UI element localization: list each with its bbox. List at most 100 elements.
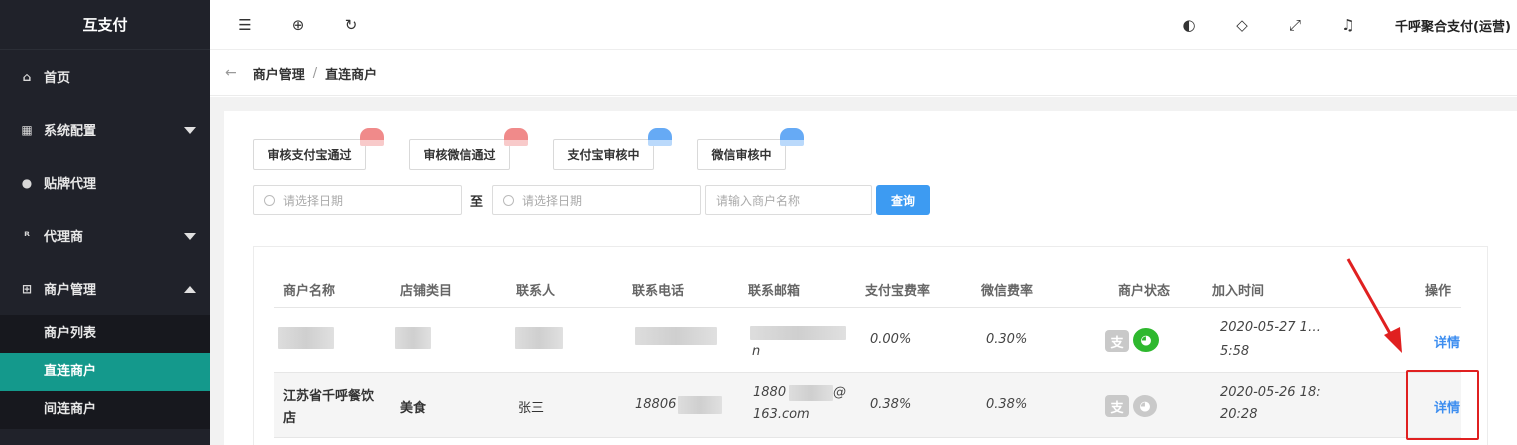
main-content: 审核支付宝通过 审核微信通过 支付宝审核中 微信审核中 请选择日期 至 请选择日… bbox=[210, 97, 1517, 445]
clock-icon bbox=[503, 194, 514, 206]
merchant-name-line2: 店 bbox=[283, 411, 297, 426]
column-header: 联系电话 bbox=[632, 284, 685, 299]
topbar: ☰ ⊕ ↻ ◐ ◇ ⤢ ♫ 千呼聚合支付(运营) bbox=[210, 0, 1517, 50]
sidebar-item-label: 代理商 bbox=[44, 230, 84, 245]
filter-alipay-reviewing-button[interactable]: 支付宝审核中 bbox=[553, 139, 654, 170]
home-icon: ⌂ bbox=[22, 69, 32, 84]
bell-icon[interactable]: ♫ bbox=[1339, 16, 1357, 34]
sidebar: 互支付 ⌂ 首页 ▦ 系统配置 ● 贴牌代理 ᴿ 代理商 ⊞ 商户管理 商户列表… bbox=[0, 0, 210, 445]
column-header: 商户状态 bbox=[1118, 284, 1171, 299]
back-arrow-icon[interactable]: ← bbox=[225, 65, 237, 81]
email-tail: n bbox=[752, 344, 761, 359]
menu-fold-icon[interactable]: ☰ bbox=[236, 16, 254, 34]
sidebar-sub-direct-merchant[interactable]: 直连商户 bbox=[0, 353, 210, 391]
sidebar-item-label: 贴牌代理 bbox=[44, 177, 97, 192]
column-header: 联系人 bbox=[516, 284, 556, 299]
breadcrumb: ← 商户管理 / 直连商户 bbox=[210, 51, 1517, 96]
count-badge bbox=[360, 128, 384, 146]
merchant-icon: ⊞ bbox=[21, 281, 33, 296]
contact-email-domain: 163.com bbox=[753, 407, 810, 422]
table-row: n 0.00% 0.30% 支 ◕ 2020-05-27 1… 5:58 详情 bbox=[274, 308, 1461, 372]
end-date-placeholder: 请选择日期 bbox=[522, 193, 583, 208]
column-header: 商户名称 bbox=[283, 284, 336, 299]
alipay-rate: 0.00% bbox=[870, 332, 912, 347]
annotation-arrow-icon bbox=[1346, 258, 1402, 353]
contact-person: 张三 bbox=[518, 401, 545, 416]
filter-alipay-approved-button[interactable]: 审核支付宝通过 bbox=[253, 139, 366, 170]
merchant-name-placeholder: 请输入商户名称 bbox=[716, 193, 801, 208]
column-header: 联系邮箱 bbox=[748, 284, 801, 299]
merchant-name-input[interactable]: 请输入商户名称 bbox=[705, 185, 872, 215]
filter-wechat-approved-button[interactable]: 审核微信通过 bbox=[409, 139, 510, 170]
date-range-separator: 至 bbox=[470, 195, 484, 210]
redacted-contact bbox=[515, 327, 563, 349]
wechat-rate: 0.38% bbox=[986, 397, 1028, 412]
start-date-placeholder: 请选择日期 bbox=[283, 193, 344, 208]
sidebar-item-label: 商户管理 bbox=[44, 283, 97, 298]
user-icon: ● bbox=[21, 175, 33, 190]
redacted-name bbox=[278, 327, 334, 349]
column-header: 支付宝费率 bbox=[865, 284, 931, 299]
contact-phone: 18806 bbox=[635, 397, 677, 412]
start-date-input[interactable]: 请选择日期 bbox=[253, 185, 462, 215]
column-header: 微信费率 bbox=[981, 284, 1034, 299]
sidebar-item-home[interactable]: ⌂ 首页 bbox=[0, 50, 210, 103]
palette-icon[interactable]: ◐ bbox=[1180, 16, 1198, 34]
person-icon: ᴿ bbox=[24, 228, 30, 243]
wechat-status-icon: ◕ bbox=[1133, 395, 1157, 417]
breadcrumb-current: 直连商户 bbox=[325, 67, 378, 83]
count-badge bbox=[780, 128, 804, 146]
alipay-rate: 0.38% bbox=[870, 397, 912, 412]
join-time: 2020-05-26 18: bbox=[1220, 385, 1321, 400]
breadcrumb-separator: / bbox=[312, 65, 318, 81]
fullscreen-icon[interactable]: ⤢ bbox=[1286, 16, 1304, 34]
detail-link[interactable]: 详情 bbox=[1434, 332, 1460, 351]
column-header: 操作 bbox=[1425, 284, 1452, 299]
content-card: 审核支付宝通过 审核微信通过 支付宝审核中 微信审核中 请选择日期 至 请选择日… bbox=[224, 111, 1517, 445]
user-menu[interactable]: 千呼聚合支付(运营) bbox=[1395, 16, 1511, 35]
merchant-table: 商户名称 店铺类目 联系人 联系电话 联系邮箱 支付宝费率 微信费率 商户状态 … bbox=[253, 246, 1488, 445]
highlight-box bbox=[1406, 370, 1479, 440]
tag-icon[interactable]: ◇ bbox=[1233, 16, 1251, 34]
sidebar-item-merchant[interactable]: ⊞ 商户管理 bbox=[0, 262, 210, 315]
sidebar-item-config[interactable]: ▦ 系统配置 bbox=[0, 103, 210, 156]
end-date-input[interactable]: 请选择日期 bbox=[492, 185, 701, 215]
breadcrumb-item[interactable]: 商户管理 bbox=[253, 64, 305, 83]
contact-email: 1880 bbox=[753, 385, 787, 400]
wechat-rate: 0.30% bbox=[986, 332, 1028, 347]
sidebar-sub-merchant-list[interactable]: 商户列表 bbox=[0, 315, 210, 353]
join-time-line2: 20:28 bbox=[1220, 407, 1258, 422]
count-badge bbox=[504, 128, 528, 146]
count-badge bbox=[648, 128, 672, 146]
clock-icon bbox=[264, 194, 275, 206]
globe-icon[interactable]: ⊕ bbox=[289, 16, 307, 34]
redacted-phone bbox=[678, 396, 722, 414]
wechat-status-icon: ◕ bbox=[1133, 328, 1159, 352]
join-time-line2: 5:58 bbox=[1220, 344, 1250, 359]
sidebar-sub-indirect-merchant[interactable]: 间连商户 bbox=[0, 391, 210, 429]
chevron-down-icon bbox=[184, 126, 196, 134]
redacted-category bbox=[395, 327, 431, 349]
sidebar-submenu: 商户列表 直连商户 间连商户 bbox=[0, 315, 210, 429]
chevron-up-icon bbox=[184, 285, 196, 293]
sidebar-item-label: 首页 bbox=[44, 71, 71, 86]
table-row bbox=[274, 438, 1461, 445]
sidebar-item-agent[interactable]: ᴿ 代理商 bbox=[0, 209, 210, 262]
redacted-email bbox=[789, 385, 833, 401]
chevron-down-icon bbox=[184, 232, 196, 240]
refresh-icon[interactable]: ↻ bbox=[342, 16, 360, 34]
column-header: 加入时间 bbox=[1212, 284, 1265, 299]
merchant-name: 江苏省千呼餐饮 bbox=[283, 389, 375, 404]
contact-email-at: @ bbox=[833, 385, 846, 400]
config-icon: ▦ bbox=[21, 122, 33, 137]
redacted-email bbox=[750, 326, 846, 340]
sidebar-item-oem-agent[interactable]: ● 贴牌代理 bbox=[0, 156, 210, 209]
app-root: 互支付 ⌂ 首页 ▦ 系统配置 ● 贴牌代理 ᴿ 代理商 ⊞ 商户管理 商户列表… bbox=[0, 0, 1517, 445]
store-category: 美食 bbox=[400, 401, 427, 416]
filter-wechat-reviewing-button[interactable]: 微信审核中 bbox=[697, 139, 786, 170]
redacted-phone bbox=[635, 327, 717, 345]
alipay-status-icon: 支 bbox=[1105, 395, 1129, 417]
table-row: 江苏省千呼餐饮 店 美食 张三 18806 1880 @ 163.com 0.3… bbox=[274, 373, 1461, 437]
column-header: 店铺类目 bbox=[400, 284, 453, 299]
query-button[interactable]: 查询 bbox=[876, 185, 930, 215]
